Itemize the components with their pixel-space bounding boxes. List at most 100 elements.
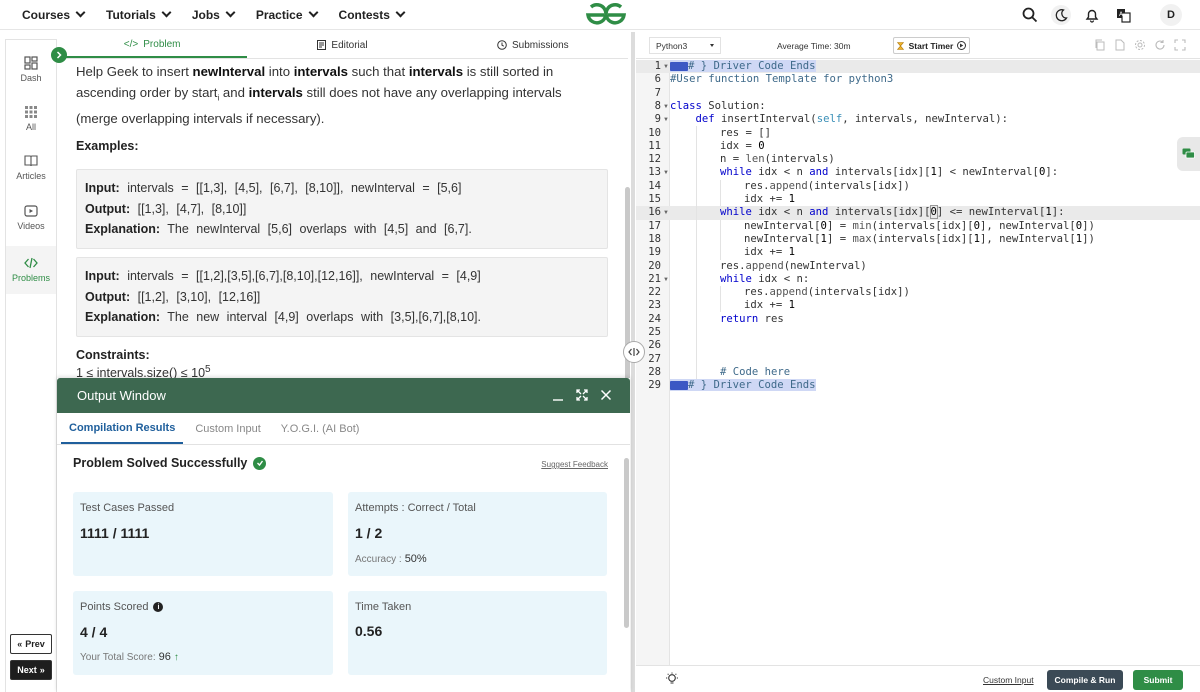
total-score-label: Your Total Score:	[80, 652, 156, 663]
dark-mode-icon[interactable]	[1050, 4, 1072, 26]
info-icon[interactable]: i	[153, 602, 164, 612]
fold-arrow-icon[interactable]: ▼	[663, 170, 669, 176]
fold-arrow-icon[interactable]: ▼	[663, 210, 669, 216]
file-icon[interactable]	[1114, 39, 1126, 51]
code-line: # Code here	[720, 366, 790, 379]
code-editor[interactable]: # } Driver Code Ends #User function Temp…	[670, 60, 1200, 665]
tab-compilation-results[interactable]: Compilation Results	[61, 413, 184, 444]
example-box-2: Input: intervals = [[1,2],[3,5],[6,7],[8…	[76, 257, 608, 337]
search-icon[interactable]	[1019, 4, 1041, 26]
code-text: (intervals[idx][	[871, 219, 974, 232]
fold-arrow-icon[interactable]: ▼	[663, 104, 669, 110]
accuracy-value: 50%	[404, 553, 427, 565]
rail-item-label: All	[25, 122, 36, 132]
rail-item-dash[interactable]: Dash	[6, 56, 56, 83]
avatar[interactable]: D	[1160, 4, 1182, 26]
next-button[interactable]: Next»	[10, 660, 52, 680]
arrow-up-icon: ↑	[173, 652, 179, 663]
minimize-icon[interactable]	[550, 386, 566, 404]
output-window: Output Window Compilation Results Custom…	[57, 378, 630, 692]
compile-run-button[interactable]: Compile & Run	[1047, 670, 1123, 690]
line-number: 15	[648, 193, 661, 205]
rail-collapse-toggle[interactable]	[51, 47, 67, 63]
copy-icon[interactable]	[1094, 39, 1106, 51]
tab-custom-input[interactable]: Custom Input	[187, 413, 268, 444]
code-text: idx +=	[744, 246, 789, 259]
code-line: # } Driver Code Ends	[670, 60, 816, 73]
top-navigation: Courses Tutorials Jobs Practice Contests…	[0, 0, 1200, 30]
code-text: Solution:	[701, 100, 766, 112]
fullscreen-icon[interactable]	[1174, 39, 1186, 51]
tab-editorial-label: Editorial	[331, 39, 368, 51]
code-text: ], newInterval[	[980, 232, 1076, 245]
left-rail: Dash All Articles Videos Problems «Prev …	[5, 39, 57, 692]
fold-arrow-icon[interactable]: ▼	[663, 277, 669, 283]
code-text: idx < n	[751, 166, 810, 179]
code-line: newInterval[0] = min(intervals[idx][0], …	[744, 220, 1095, 233]
code-keyword: while	[720, 272, 752, 285]
fold-arrow-icon[interactable]: ▼	[663, 64, 669, 70]
total-score-row: Your Total Score: 96 ↑	[80, 651, 179, 663]
nav-practice[interactable]: Practice	[256, 8, 318, 22]
status-message: Problem Solved Successfully	[73, 456, 267, 470]
nav-courses[interactable]: Courses	[22, 7, 86, 22]
tab-problem[interactable]: </> Problem	[57, 32, 248, 58]
start-timer-button[interactable]: Start Timer	[893, 37, 970, 54]
code-text: idx < n:	[751, 272, 810, 285]
rail-item-articles[interactable]: Articles	[6, 154, 56, 181]
custom-input-link[interactable]: Custom Input	[983, 675, 1034, 685]
code-keyword: return	[720, 312, 759, 325]
card-title: Test Cases Passed	[80, 502, 175, 514]
code-line: return res	[720, 313, 784, 326]
suggest-feedback-link[interactable]: Suggest Feedback	[541, 460, 608, 469]
statement-bold: intervals	[408, 64, 464, 79]
selection-marker	[670, 380, 688, 390]
prev-button[interactable]: «Prev	[10, 634, 52, 654]
status-text: Problem Solved Successfully	[73, 456, 248, 470]
reset-icon[interactable]	[1154, 39, 1166, 51]
geeksforgeeks-logo[interactable]	[584, 2, 628, 28]
constraint-superscript: 5	[205, 364, 211, 375]
nav-tutorials[interactable]: Tutorials	[106, 8, 172, 22]
tab-editorial[interactable]: Editorial	[247, 32, 437, 58]
nav-contests[interactable]: Contests	[339, 8, 406, 22]
rail-item-videos[interactable]: Videos	[6, 204, 56, 231]
code-text: newInterval[	[744, 232, 821, 245]
language-select[interactable]: Python3	[649, 37, 721, 54]
code-text: ] <= newInterval[	[936, 206, 1046, 219]
translate-icon[interactable]: A	[1112, 4, 1134, 26]
bell-icon[interactable]	[1081, 4, 1103, 26]
statement-bold: intervals	[248, 84, 303, 100]
code-text: idx =	[720, 139, 759, 152]
line-number: 19	[648, 246, 661, 259]
code-builtin: append	[745, 259, 784, 272]
expand-icon[interactable]	[574, 386, 590, 404]
close-icon[interactable]	[598, 386, 614, 404]
output-scrollbar[interactable]	[624, 458, 629, 628]
settings-icon[interactable]	[1134, 39, 1146, 51]
lightbulb-icon[interactable]	[665, 672, 679, 686]
statement-bold: intervals	[293, 64, 348, 79]
editor-toolbar: Python3 Average Time: 30m Start Timer	[636, 32, 1200, 59]
tab-submissions[interactable]: Submissions	[438, 32, 628, 58]
nav-courses-label: Courses	[22, 7, 71, 22]
code-line: #User function Template for python3	[670, 73, 893, 86]
rail-item-all[interactable]: All	[6, 105, 56, 132]
explanation-label: Explanation:	[85, 310, 161, 324]
code-text: (intervals[idx])	[807, 286, 910, 299]
rail-item-problems[interactable]: Problems	[6, 246, 56, 294]
tab-yogi-ai-bot[interactable]: Y.O.G.I. (AI Bot)	[273, 413, 368, 444]
fold-arrow-icon[interactable]: ▼	[663, 117, 669, 123]
submit-button[interactable]: Submit	[1133, 670, 1183, 690]
line-number: 7	[654, 86, 661, 99]
code-line: res = []	[720, 127, 771, 140]
chevron-right-icon	[56, 51, 62, 59]
line-number: 13	[648, 166, 661, 179]
nav-jobs[interactable]: Jobs	[192, 8, 236, 22]
caret-down-icon	[710, 44, 714, 47]
code-line: def insertInterval(self, intervals, newI…	[696, 113, 1009, 126]
code-builtin: append	[769, 286, 808, 299]
resize-handle-icon[interactable]	[623, 341, 645, 363]
chat-toggle[interactable]	[1177, 137, 1200, 171]
code-line: n = len(intervals)	[720, 153, 835, 166]
